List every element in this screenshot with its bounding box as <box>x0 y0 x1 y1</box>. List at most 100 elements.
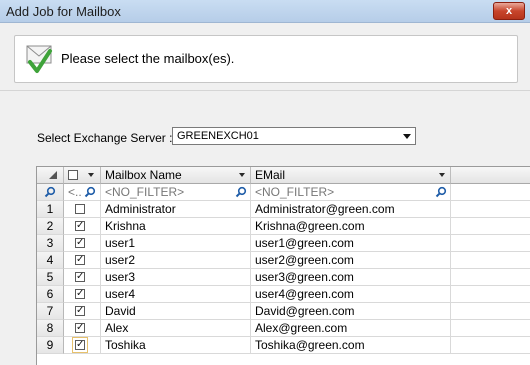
search-icon <box>44 186 56 198</box>
filter-arrow-icon[interactable] <box>239 173 245 177</box>
email-cell: user4@green.com <box>251 286 451 303</box>
email-cell: Alex@green.com <box>251 320 451 337</box>
row-number: 3 <box>37 235 64 252</box>
empty-cell <box>451 286 530 303</box>
table-row[interactable]: 4 ✓ user2 user2@green.com <box>37 252 530 269</box>
row-number: 9 <box>37 337 64 354</box>
row-checkbox[interactable]: ✓ <box>75 289 85 299</box>
search-icon[interactable] <box>84 186 96 198</box>
mailbox-name-cell: user4 <box>101 286 251 303</box>
empty-cell <box>451 218 530 235</box>
filter-mailbox-name-text: <NO_FILTER> <box>105 185 185 199</box>
row-select-cell[interactable]: ✓ <box>64 269 101 286</box>
filter-row-header <box>37 184 64 201</box>
row-select-cell[interactable]: ✓ <box>64 337 101 354</box>
column-header-empty <box>451 167 530 184</box>
empty-cell <box>451 252 530 269</box>
mailbox-name-cell: user1 <box>101 235 251 252</box>
exchange-server-select[interactable]: GREENEXCH01 <box>172 127 416 145</box>
row-number: 2 <box>37 218 64 235</box>
filter-select-text: <.. <box>68 185 82 199</box>
filter-arrow-icon[interactable] <box>439 173 445 177</box>
separator <box>0 90 530 91</box>
row-select-cell[interactable]: ✓ <box>64 286 101 303</box>
grid-header-row: Mailbox Name EMail <box>37 167 530 184</box>
row-checkbox[interactable]: ✓ <box>75 306 85 316</box>
filter-empty <box>451 184 530 201</box>
mailbox-name-cell: user3 <box>101 269 251 286</box>
empty-cell <box>451 320 530 337</box>
table-row[interactable]: 8 ✓ Alex Alex@green.com <box>37 320 530 337</box>
row-select-cell[interactable]: ✓ <box>64 303 101 320</box>
mailbox-name-cell: Administrator <box>101 201 251 218</box>
mailbox-check-icon <box>26 45 52 73</box>
row-select-cell[interactable]: ✓ <box>64 235 101 252</box>
mailbox-name-cell: Alex <box>101 320 251 337</box>
email-cell: user3@green.com <box>251 269 451 286</box>
row-checkbox[interactable]: ✓ <box>75 238 85 248</box>
mailbox-name-cell: David <box>101 303 251 320</box>
chevron-down-icon[interactable] <box>403 134 411 139</box>
row-number: 5 <box>37 269 64 286</box>
row-checkbox[interactable]: ✓ <box>75 272 85 282</box>
table-row[interactable]: 6 ✓ user4 user4@green.com <box>37 286 530 303</box>
row-select-cell[interactable]: ✓ <box>64 252 101 269</box>
server-label: Select Exchange Server : <box>37 131 173 145</box>
table-row[interactable]: 7 ✓ David David@green.com <box>37 303 530 320</box>
email-cell: Krishna@green.com <box>251 218 451 235</box>
instruction-banner: Please select the mailbox(es). <box>14 35 518 83</box>
row-select-cell[interactable]: ✓ <box>64 320 101 337</box>
email-cell: Toshika@green.com <box>251 337 451 354</box>
title-bar: Add Job for Mailbox x <box>0 0 530 23</box>
grid-filter-row: <.. <NO_FILTER> <NO_FILTER> <box>37 184 530 201</box>
column-label-email: EMail <box>255 168 286 182</box>
row-number: 6 <box>37 286 64 303</box>
table-row[interactable]: 1 Administrator Administrator@green.com <box>37 201 530 218</box>
column-header-email[interactable]: EMail <box>251 167 451 184</box>
email-cell: user2@green.com <box>251 252 451 269</box>
row-number: 4 <box>37 252 64 269</box>
column-label-mailbox-name: Mailbox Name <box>105 168 182 182</box>
row-checkbox[interactable]: ✓ <box>75 221 85 231</box>
empty-cell <box>451 269 530 286</box>
table-row[interactable]: 9 ✓ Toshika Toshika@green.com <box>37 337 530 354</box>
empty-cell <box>451 235 530 252</box>
row-select-cell[interactable]: ✓ <box>64 218 101 235</box>
mailbox-name-cell: user2 <box>101 252 251 269</box>
filter-email[interactable]: <NO_FILTER> <box>251 184 451 201</box>
row-checkbox[interactable] <box>75 204 85 214</box>
row-checkbox[interactable]: ✓ <box>75 323 85 333</box>
email-cell: Administrator@green.com <box>251 201 451 218</box>
corner-triangle-icon <box>49 171 57 179</box>
row-number: 8 <box>37 320 64 337</box>
row-select-cell[interactable] <box>64 201 101 218</box>
column-header-mailbox-name[interactable]: Mailbox Name <box>101 167 251 184</box>
mailbox-grid: Mailbox Name EMail <.. <NO_FILTER> <NO_F… <box>36 166 530 365</box>
email-cell: David@green.com <box>251 303 451 320</box>
select-all-checkbox[interactable] <box>68 170 78 180</box>
window-title: Add Job for Mailbox <box>6 4 121 19</box>
grid-corner[interactable] <box>37 167 64 184</box>
close-button[interactable]: x <box>493 2 525 20</box>
filter-mailbox-name[interactable]: <NO_FILTER> <box>101 184 251 201</box>
filter-select-cell[interactable]: <.. <box>64 184 101 201</box>
filter-arrow-icon[interactable] <box>88 173 94 177</box>
empty-cell <box>451 201 530 218</box>
empty-cell <box>451 337 530 354</box>
search-icon[interactable] <box>235 186 247 198</box>
mailbox-name-cell: Toshika <box>101 337 251 354</box>
table-row[interactable]: 3 ✓ user1 user1@green.com <box>37 235 530 252</box>
filter-email-text: <NO_FILTER> <box>255 185 335 199</box>
search-icon[interactable] <box>435 186 447 198</box>
row-checkbox[interactable]: ✓ <box>75 255 85 265</box>
table-row[interactable]: 2 ✓ Krishna Krishna@green.com <box>37 218 530 235</box>
empty-cell <box>451 303 530 320</box>
row-checkbox[interactable]: ✓ <box>72 337 88 353</box>
select-all-header[interactable] <box>64 167 101 184</box>
row-number: 7 <box>37 303 64 320</box>
mailbox-name-cell: Krishna <box>101 218 251 235</box>
instruction-text: Please select the mailbox(es). <box>61 51 235 66</box>
table-row[interactable]: 5 ✓ user3 user3@green.com <box>37 269 530 286</box>
email-cell: user1@green.com <box>251 235 451 252</box>
row-number: 1 <box>37 201 64 218</box>
